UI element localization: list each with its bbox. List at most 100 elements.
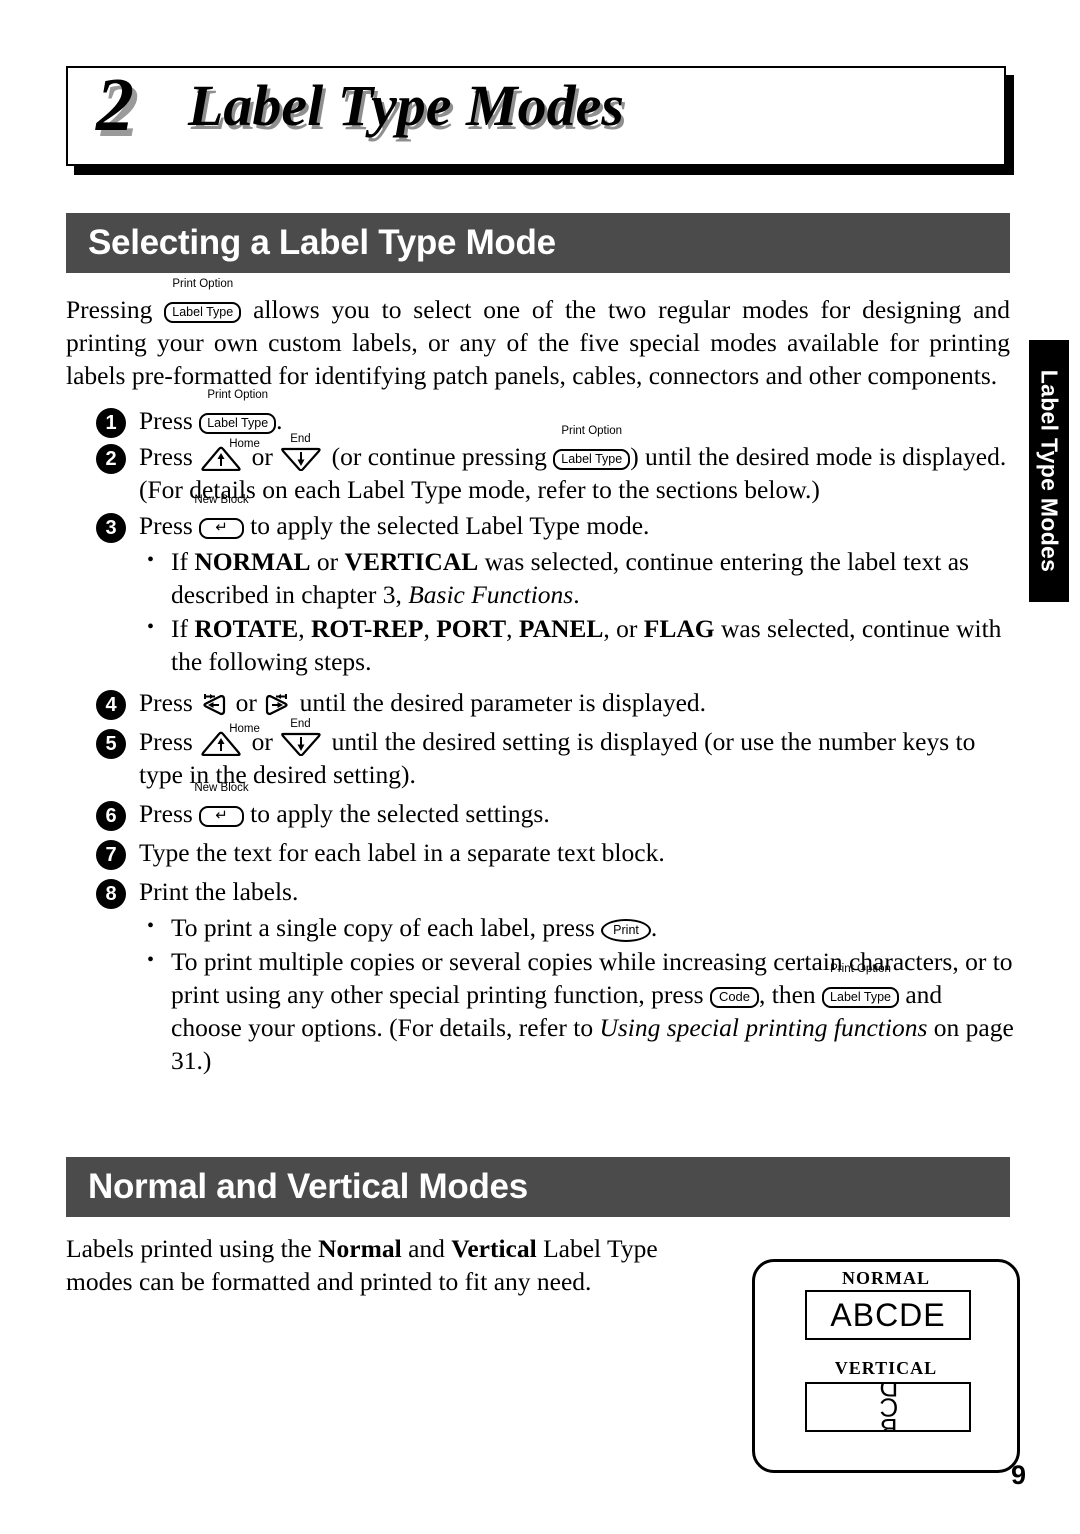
- bullet4-mid: , then: [759, 980, 823, 1009]
- key-up-arrow[interactable]: Home: [199, 438, 260, 471]
- step-1: 1 Press Print Option Label Type.: [66, 389, 1018, 438]
- key-down-arrow[interactable]: End: [279, 718, 325, 756]
- figure-vertical-display: ABCDE: [805, 1382, 971, 1432]
- key-cap-label-type: Label Type: [822, 987, 899, 1008]
- key-cap-label-type: Label Type: [199, 413, 277, 434]
- key-new-block[interactable]: New Block ↵: [194, 494, 249, 542]
- key-code[interactable]: Code: [709, 978, 760, 1011]
- step-number-8: 8: [96, 879, 126, 909]
- bullet2-sep3: ,: [506, 614, 519, 643]
- bullet2-a: If: [171, 614, 195, 643]
- key-sup-print-option: Print Option: [207, 389, 269, 401]
- key-up-arrow[interactable]: Home: [199, 723, 260, 756]
- section-banner-label: Normal and Vertical Modes: [88, 1167, 528, 1206]
- key-label-type[interactable]: Print Option Label Type: [822, 963, 899, 1011]
- bullets-after-step3: If NORMAL or VERTICAL was selected, cont…: [139, 544, 1018, 678]
- intro-text-part1: Pressing: [66, 295, 165, 324]
- bullet2-bold-flag: FLAG: [643, 614, 715, 643]
- bullet-print-single: To print a single copy of each label, pr…: [139, 910, 1018, 944]
- step-3-pre: Press: [139, 511, 200, 540]
- step-3-post: to apply the selected Label Type mode.: [243, 511, 650, 540]
- bullet2-bold-port: PORT: [436, 614, 507, 643]
- key-left-arrow[interactable]: [199, 691, 229, 717]
- step-6-pre: Press: [139, 799, 200, 828]
- key-cap-label-type: Label Type: [164, 302, 242, 323]
- key-sup-new-block: New Block: [194, 494, 249, 506]
- figure-vertical-text: ABCDE: [874, 1384, 902, 1430]
- key-right-arrow[interactable]: [263, 691, 293, 717]
- intro-paragraph: Pressing Print Option Label Type allows y…: [66, 278, 1010, 392]
- bullet3-post: .: [650, 913, 658, 942]
- bullet2-sep4: , or: [603, 614, 644, 643]
- step-5-pre: Press: [139, 727, 200, 756]
- bullet-e: .: [573, 580, 580, 609]
- step-number-3: 3: [96, 513, 126, 543]
- figure-normal-label: NORMAL: [842, 1268, 930, 1288]
- side-tab: Label Type Modes: [1029, 340, 1069, 602]
- key-cap-new-block: ↵: [199, 806, 244, 827]
- bullet-print-multiple: To print multiple copies or several copi…: [139, 944, 1018, 1077]
- bullets-after-step8: To print a single copy of each label, pr…: [139, 910, 1018, 1077]
- key-sup-print-option: Print Option: [830, 963, 891, 975]
- bullet4-italic: Using special printing functions: [599, 1013, 928, 1042]
- step-number-6: 6: [96, 801, 126, 831]
- bullet-c: or: [310, 547, 345, 576]
- bullet2-bold-panel: PANEL: [518, 614, 604, 643]
- section-banner-normal-vertical: Normal and Vertical Modes: [66, 1157, 1010, 1217]
- bullet-a: If: [171, 547, 195, 576]
- bullet-special-modes: If ROTATE, ROT-REP, PORT, PANEL, or FLAG…: [139, 611, 1018, 678]
- document-page: 2 Label Type Modes Selecting a Label Typ…: [0, 0, 1080, 1534]
- key-label-type[interactable]: Print Option Label Type: [199, 389, 277, 437]
- key-label-end: End: [290, 718, 311, 730]
- key-label-type[interactable]: Print Option Label Type: [164, 278, 242, 326]
- chapter-title-block: 2 Label Type Modes: [66, 63, 1014, 175]
- key-cap-label-type: Label Type: [553, 449, 631, 470]
- bullet3-pre: To print a single copy of each label, pr…: [171, 913, 602, 942]
- bullet-normal-vertical: If NORMAL or VERTICAL was selected, cont…: [139, 544, 1018, 611]
- step-4-post: until the desired parameter is displayed…: [293, 688, 707, 717]
- normal-vertical-paragraph: Labels printed using the Normal and Vert…: [66, 1232, 726, 1298]
- key-new-block[interactable]: New Block ↵: [194, 782, 249, 830]
- key-cap-code: Code: [709, 987, 760, 1008]
- step-3: 3 Press New Block ↵ to apply the selected…: [66, 494, 1018, 543]
- key-print[interactable]: Print: [601, 911, 651, 944]
- bullet2-bold-rotrep: ROT-REP: [311, 614, 424, 643]
- step-number-7: 7: [96, 840, 126, 870]
- step-number-1: 1: [96, 408, 126, 438]
- chapter-title-box: 2 Label Type Modes: [66, 63, 1006, 166]
- bullet2-sep2: ,: [423, 614, 437, 643]
- step-2-pre: Press: [139, 442, 200, 471]
- step-1-post: .: [276, 406, 283, 435]
- step-7-text: Type the text for each label in a separa…: [139, 838, 665, 867]
- figure-normal-display: ABCDE: [805, 1290, 971, 1340]
- step-8-text: Print the labels.: [139, 877, 299, 906]
- step-2-mid2: (or continue pressing: [325, 442, 554, 471]
- page-number: 9: [1010, 1460, 1026, 1490]
- bullet2-bold-rotate: ROTATE: [194, 614, 299, 643]
- step-6: 6 Press New Block ↵ to apply the selected…: [66, 782, 1018, 831]
- step-7: 7 Type the text for each label in a sepa…: [66, 836, 1018, 870]
- key-label-end: End: [290, 433, 311, 445]
- bullet-bold-normal: NORMAL: [194, 547, 311, 576]
- key-label-type[interactable]: Print Option Label Type: [553, 425, 631, 473]
- nv-bold-normal: Normal: [318, 1234, 402, 1263]
- figure-normal-text: ABCDE: [830, 1297, 946, 1333]
- bullet-italic-basic-functions: Basic Functions: [408, 580, 574, 609]
- step-number-4: 4: [96, 690, 126, 720]
- step-4-pre: Press: [139, 688, 200, 717]
- normal-vertical-figure: NORMAL ABCDE VERTICAL ABCDE: [752, 1259, 1020, 1473]
- step-4-mid1: or: [229, 688, 264, 717]
- chapter-number: 2: [96, 63, 134, 147]
- step-1-pre: Press: [139, 406, 200, 435]
- side-tab-label: Label Type Modes: [1036, 369, 1063, 573]
- section-banner-label: Selecting a Label Type Mode: [88, 223, 556, 262]
- key-sup-print-option: Print Option: [561, 425, 623, 437]
- nv-a: Labels printed using the: [66, 1234, 319, 1263]
- step-4: 4 Press or until the desired parameter i…: [66, 686, 1018, 720]
- key-cap-print: Print: [601, 919, 651, 942]
- key-sup-new-block: New Block: [194, 782, 249, 794]
- key-label-home: Home: [229, 438, 260, 450]
- key-down-arrow[interactable]: End: [279, 433, 325, 471]
- key-sup-print-option: Print Option: [172, 278, 234, 290]
- nv-bold-vertical: Vertical: [451, 1234, 537, 1263]
